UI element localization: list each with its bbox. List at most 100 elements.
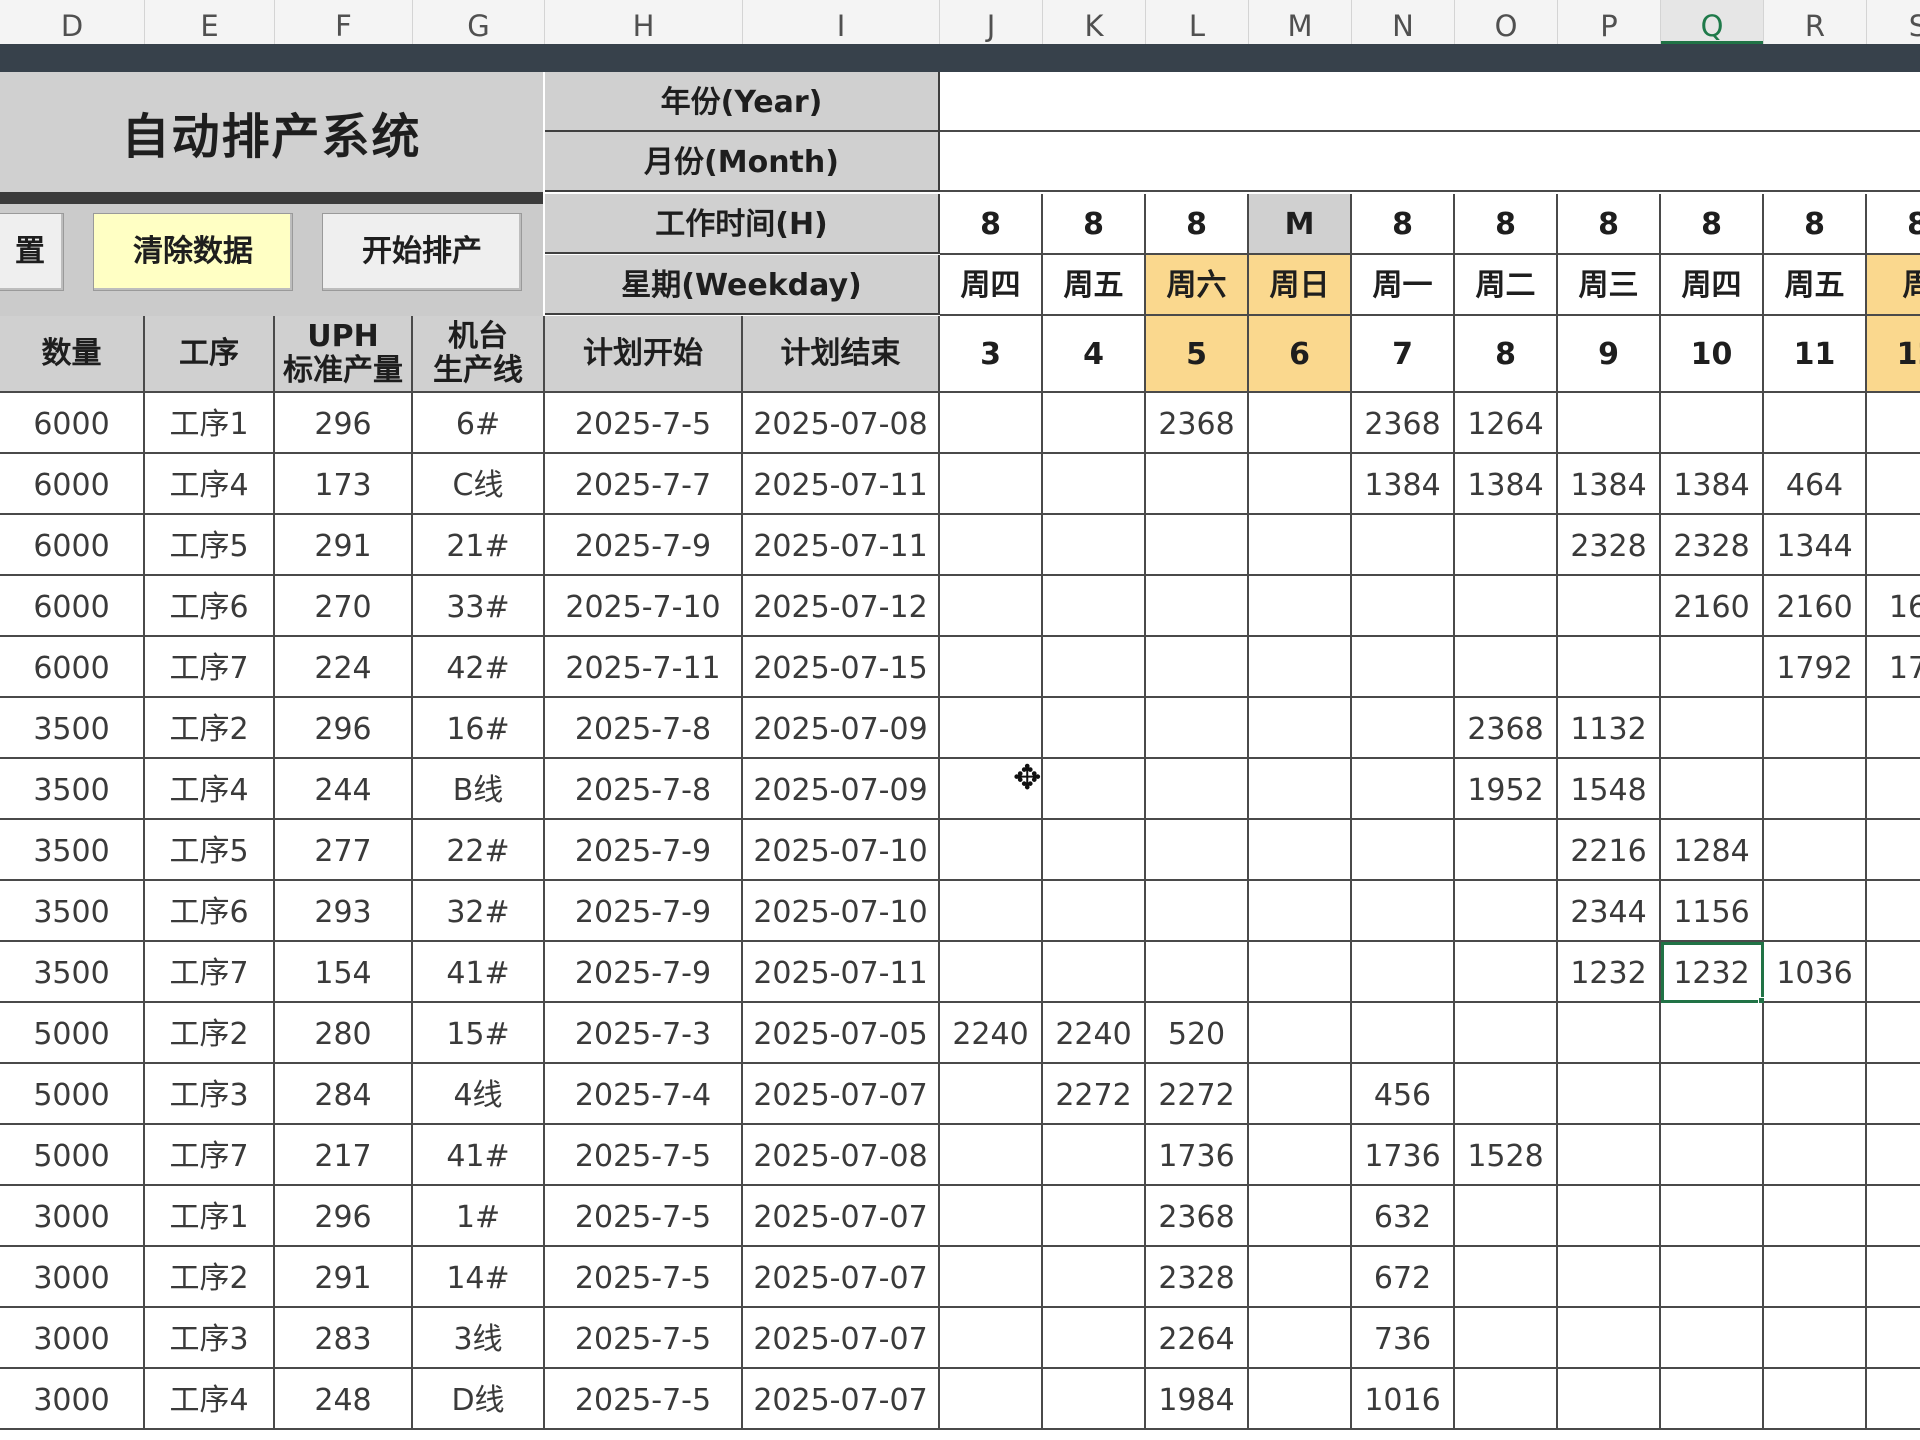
cell-day-p[interactable]	[1558, 1186, 1661, 1247]
cell-day-p[interactable]	[1558, 576, 1661, 637]
cell-qty[interactable]: 3000	[0, 1247, 145, 1308]
cell-day-r[interactable]: 464	[1764, 454, 1867, 515]
cell-start[interactable]: 2025-7-10	[545, 576, 743, 637]
cell-day-s[interactable]	[1867, 1064, 1920, 1125]
cell-uph[interactable]: 283	[275, 1308, 413, 1369]
cell-day-k[interactable]	[1043, 1369, 1146, 1430]
cell-day-k[interactable]	[1043, 942, 1146, 1003]
cell-start[interactable]: 2025-7-3	[545, 1003, 743, 1064]
cell-day-r[interactable]	[1764, 1247, 1867, 1308]
cell-day-m[interactable]	[1249, 637, 1352, 698]
cell-process[interactable]: 工序6	[145, 881, 275, 942]
cell-day-p[interactable]	[1558, 1125, 1661, 1186]
cell-day-k[interactable]	[1043, 698, 1146, 759]
cell-day-l[interactable]: 2328	[1146, 1247, 1249, 1308]
cell-end[interactable]: 2025-07-08	[743, 393, 940, 454]
cell-day-s[interactable]	[1867, 1369, 1920, 1430]
cell-process[interactable]: 工序4	[145, 454, 275, 515]
cell-day-l[interactable]: 520	[1146, 1003, 1249, 1064]
cell-day-p[interactable]: 1132	[1558, 698, 1661, 759]
cell-end[interactable]: 2025-07-10	[743, 881, 940, 942]
column-letter-n[interactable]: N	[1352, 0, 1455, 44]
cell-machine[interactable]: 1#	[413, 1186, 545, 1247]
cell-day-o[interactable]	[1455, 1064, 1558, 1125]
column-letter-j[interactable]: J	[940, 0, 1043, 44]
cell-day-s[interactable]	[1867, 1308, 1920, 1369]
cell-uph[interactable]: 291	[275, 515, 413, 576]
cell-day-j[interactable]	[940, 698, 1043, 759]
cell-day-l[interactable]: 1736	[1146, 1125, 1249, 1186]
cell-day-l[interactable]: 2368	[1146, 1186, 1249, 1247]
cell-day-r[interactable]	[1764, 820, 1867, 881]
month-value-cell[interactable]	[940, 132, 1920, 192]
cell-start[interactable]: 2025-7-5	[545, 1308, 743, 1369]
cell-day-o[interactable]	[1455, 881, 1558, 942]
cell-qty[interactable]: 5000	[0, 1125, 145, 1186]
cell-qty[interactable]: 6000	[0, 576, 145, 637]
cell-qty[interactable]: 3500	[0, 820, 145, 881]
work-hours-s[interactable]: 8	[1867, 194, 1920, 255]
cell-day-s[interactable]	[1867, 820, 1920, 881]
column-letter-e[interactable]: E	[145, 0, 275, 44]
cell-day-o[interactable]	[1455, 1369, 1558, 1430]
cell-day-m[interactable]	[1249, 515, 1352, 576]
cell-day-n[interactable]	[1352, 576, 1455, 637]
cell-day-q[interactable]: 1284	[1661, 820, 1764, 881]
cell-end[interactable]: 2025-07-12	[743, 576, 940, 637]
cell-start[interactable]: 2025-7-7	[545, 454, 743, 515]
cell-process[interactable]: 工序1	[145, 393, 275, 454]
cell-day-s[interactable]: 168	[1867, 576, 1920, 637]
cell-day-k[interactable]	[1043, 759, 1146, 820]
column-letter-i[interactable]: I	[743, 0, 940, 44]
cell-qty[interactable]: 6000	[0, 454, 145, 515]
work-hours-k[interactable]: 8	[1043, 194, 1146, 255]
cell-day-s[interactable]	[1867, 515, 1920, 576]
cell-day-o[interactable]	[1455, 820, 1558, 881]
cell-day-n[interactable]	[1352, 942, 1455, 1003]
cell-day-p[interactable]	[1558, 1064, 1661, 1125]
cell-start[interactable]: 2025-7-5	[545, 393, 743, 454]
cell-start[interactable]: 2025-7-9	[545, 881, 743, 942]
year-value-cell[interactable]	[940, 72, 1920, 132]
cell-process[interactable]: 工序4	[145, 1369, 275, 1430]
cell-machine[interactable]: 3线	[413, 1308, 545, 1369]
cell-day-s[interactable]	[1867, 698, 1920, 759]
cell-process[interactable]: 工序4	[145, 759, 275, 820]
cell-process[interactable]: 工序1	[145, 1186, 275, 1247]
cell-end[interactable]: 2025-07-07	[743, 1064, 940, 1125]
cell-end[interactable]: 2025-07-07	[743, 1308, 940, 1369]
cell-machine[interactable]: 41#	[413, 942, 545, 1003]
cell-uph[interactable]: 224	[275, 637, 413, 698]
work-hours-r[interactable]: 8	[1764, 194, 1867, 255]
cell-qty[interactable]: 5000	[0, 1064, 145, 1125]
cell-day-n[interactable]	[1352, 881, 1455, 942]
cell-day-j[interactable]	[940, 1125, 1043, 1186]
cell-day-k[interactable]	[1043, 515, 1146, 576]
cell-day-q[interactable]	[1661, 1125, 1764, 1186]
start-scheduling-button[interactable]: 开始排产	[322, 213, 522, 291]
cell-day-n[interactable]	[1352, 759, 1455, 820]
cell-day-j[interactable]	[940, 393, 1043, 454]
work-hours-q[interactable]: 8	[1661, 194, 1764, 255]
cell-day-o[interactable]	[1455, 1003, 1558, 1064]
cell-day-s[interactable]	[1867, 942, 1920, 1003]
cell-day-j[interactable]	[940, 881, 1043, 942]
cell-start[interactable]: 2025-7-5	[545, 1125, 743, 1186]
cell-start[interactable]: 2025-7-4	[545, 1064, 743, 1125]
cell-machine[interactable]: C线	[413, 454, 545, 515]
cell-day-n[interactable]	[1352, 698, 1455, 759]
cell-process[interactable]: 工序3	[145, 1064, 275, 1125]
cell-uph[interactable]: 293	[275, 881, 413, 942]
work-hours-n[interactable]: 8	[1352, 194, 1455, 255]
cell-day-m[interactable]	[1249, 393, 1352, 454]
cell-day-k[interactable]	[1043, 1247, 1146, 1308]
cell-end[interactable]: 2025-07-07	[743, 1186, 940, 1247]
cell-end[interactable]: 2025-07-15	[743, 637, 940, 698]
cell-uph[interactable]: 296	[275, 393, 413, 454]
cell-start[interactable]: 2025-7-11	[545, 637, 743, 698]
cell-qty[interactable]: 6000	[0, 637, 145, 698]
cell-day-m[interactable]	[1249, 1369, 1352, 1430]
cell-day-l[interactable]	[1146, 637, 1249, 698]
cell-day-o[interactable]: 1952	[1455, 759, 1558, 820]
cell-process[interactable]: 工序6	[145, 576, 275, 637]
